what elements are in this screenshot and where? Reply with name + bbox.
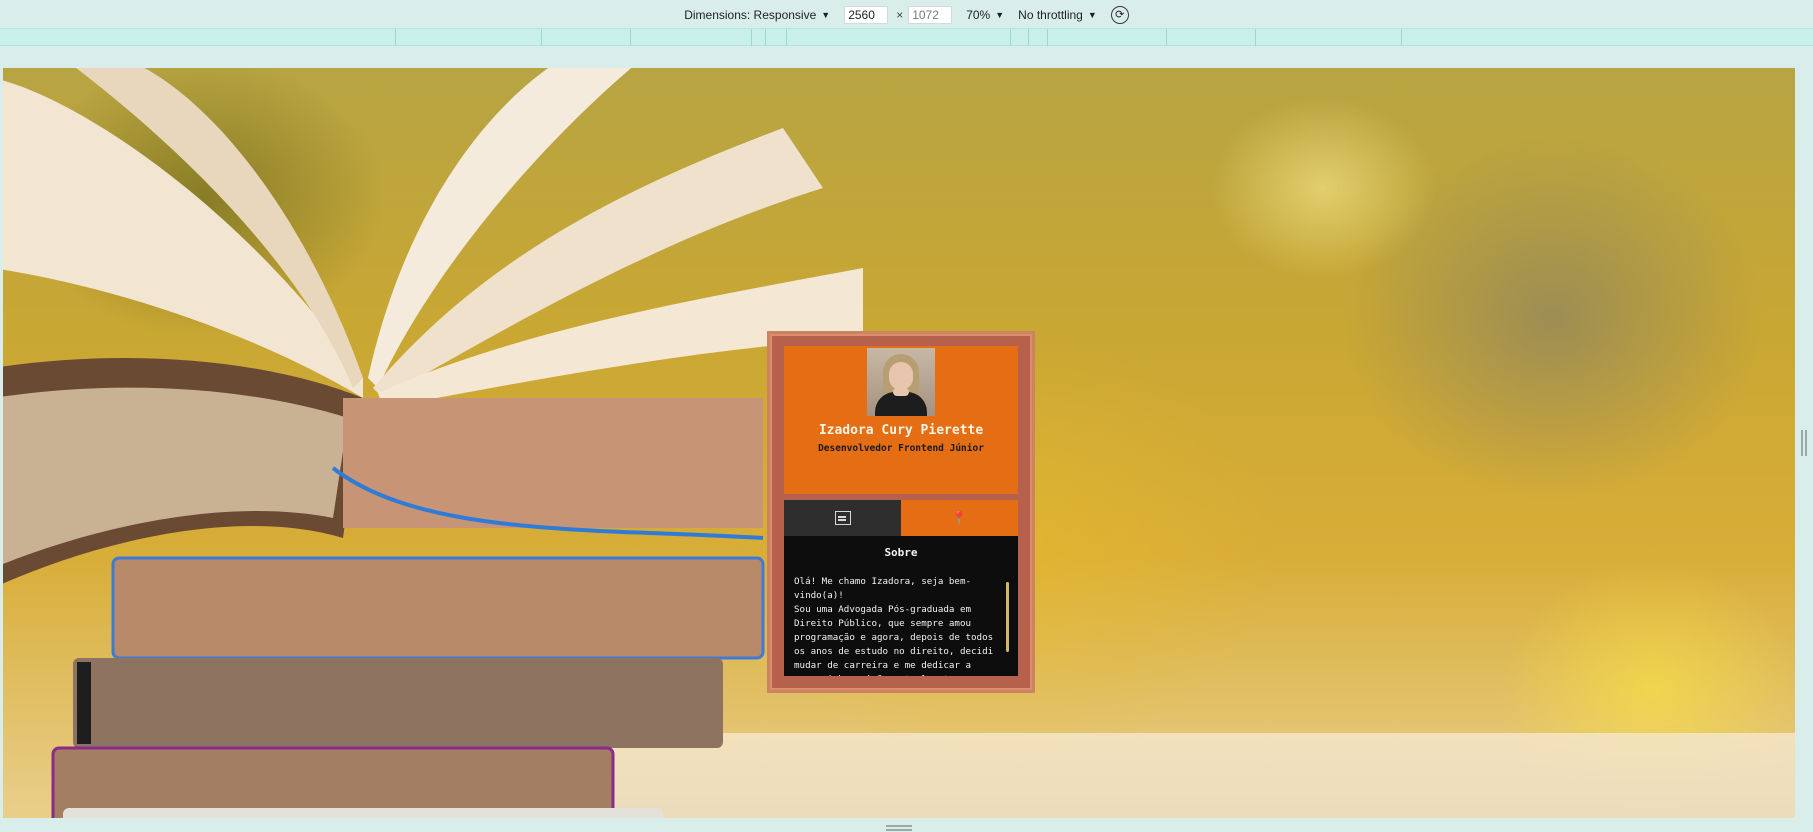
profile-tabs: 📍 bbox=[784, 500, 1018, 536]
profile-role: Desenvolvedor Frontend Júnior bbox=[818, 443, 984, 454]
chevron-down-icon: ▼ bbox=[1087, 9, 1097, 20]
profile-card: Izadora Cury Pierette Desenvolvedor Fron… bbox=[767, 331, 1035, 693]
pin-icon: 📍 bbox=[951, 510, 968, 525]
media-query-bar[interactable] bbox=[0, 28, 1813, 46]
device-toolbar: Dimensions: Responsive ▼ × 70% ▼ No thro… bbox=[0, 0, 1813, 29]
media-query-segment[interactable] bbox=[1166, 29, 1167, 46]
throttling-label: No throttling bbox=[1018, 7, 1083, 22]
zoom-label: 70% bbox=[966, 7, 991, 22]
profile-header: Izadora Cury Pierette Desenvolvedor Fron… bbox=[784, 346, 1018, 494]
media-query-segment[interactable] bbox=[630, 29, 631, 46]
scrollbar[interactable] bbox=[1006, 582, 1009, 652]
height-input[interactable] bbox=[908, 5, 953, 24]
media-query-segment[interactable] bbox=[1255, 29, 1256, 46]
media-query-segment[interactable] bbox=[1047, 29, 1048, 46]
about-panel[interactable]: Sobre Olá! Me chamo Izadora, seja bem- v… bbox=[784, 536, 1018, 676]
resize-handle-right[interactable] bbox=[1801, 430, 1807, 456]
about-text: Olá! Me chamo Izadora, seja bem- vindo(a… bbox=[794, 576, 994, 676]
zoom-dropdown[interactable]: 70% ▼ bbox=[966, 8, 1004, 22]
media-query-segment[interactable] bbox=[765, 29, 766, 46]
tab-about[interactable] bbox=[784, 500, 901, 536]
avatar bbox=[867, 348, 935, 416]
dimensions-dropdown[interactable]: Dimensions: Responsive ▼ bbox=[684, 8, 830, 22]
profile-name: Izadora Cury Pierette bbox=[818, 423, 984, 438]
chevron-down-icon: ▼ bbox=[821, 9, 831, 20]
media-query-segment[interactable] bbox=[1401, 29, 1402, 46]
media-query-segment[interactable] bbox=[1010, 29, 1011, 46]
dimensions-label: Dimensions: Responsive bbox=[684, 7, 817, 22]
chevron-down-icon: ▼ bbox=[995, 9, 1005, 20]
media-query-segment[interactable] bbox=[751, 29, 752, 46]
page-viewport: Izadora Cury Pierette Desenvolvedor Fron… bbox=[3, 68, 1795, 818]
resize-handle-bottom[interactable] bbox=[886, 825, 912, 831]
section-title: Sobre bbox=[884, 546, 918, 559]
media-query-segment[interactable] bbox=[1028, 29, 1029, 46]
rotate-icon[interactable]: ⟳ bbox=[1110, 5, 1129, 24]
tab-location[interactable]: 📍 bbox=[901, 500, 1018, 536]
throttling-dropdown[interactable]: No throttling ▼ bbox=[1018, 8, 1097, 22]
media-query-segment[interactable] bbox=[541, 29, 542, 46]
width-input[interactable] bbox=[844, 5, 889, 24]
media-query-segment[interactable] bbox=[395, 29, 396, 46]
times-sign: × bbox=[896, 7, 904, 22]
media-query-segment[interactable] bbox=[786, 29, 787, 46]
document-icon bbox=[834, 511, 851, 525]
